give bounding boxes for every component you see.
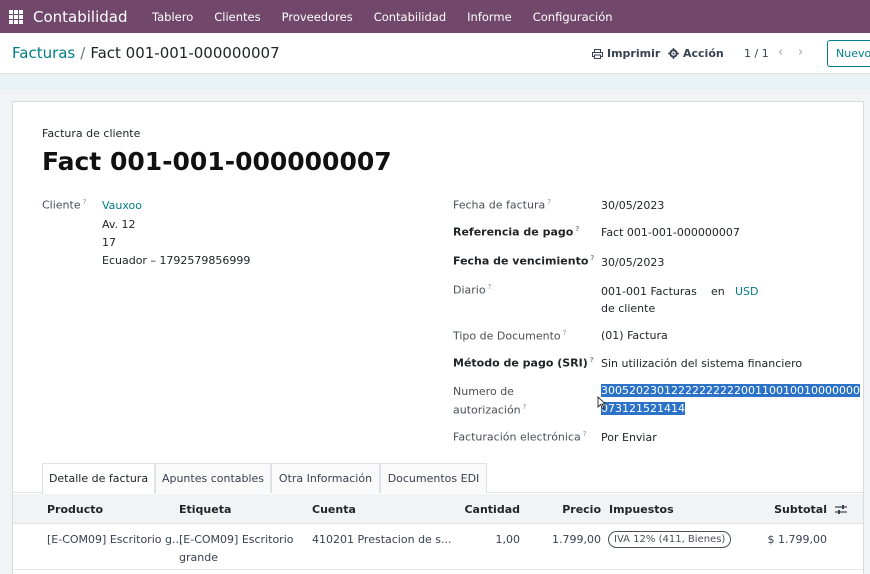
print-label: Imprimir — [607, 47, 661, 60]
help-icon: ? — [582, 430, 587, 438]
tab-apuntes-contables[interactable]: Apuntes contables — [155, 463, 271, 493]
row-quantity[interactable]: 1,00 — [496, 531, 521, 548]
customer-address-1: Av. 12 — [102, 218, 136, 231]
form-sheet: Factura de cliente Fact 001-001-00000000… — [12, 101, 864, 574]
tab-otra-informacion[interactable]: Otra Información — [271, 463, 380, 493]
doc-type-value[interactable]: (01) Factura — [601, 327, 668, 344]
row-label-1[interactable]: [E-COM09] Escritorio — [179, 531, 294, 548]
notebook-tabs: Detalle de factura Apuntes contables Otr… — [13, 462, 863, 494]
breadcrumb-facturas[interactable]: Facturas — [12, 44, 75, 62]
control-panel: Facturas / Fact 001-001-000000007 Imprimir… — [0, 33, 870, 74]
row-label-2: grande — [179, 551, 218, 564]
due-date-label: Fecha de vencimiento? — [453, 254, 595, 268]
auth-number-line-2: 073121521414 — [601, 402, 685, 415]
breadcrumb-current: Fact 001-001-000000007 — [90, 44, 280, 62]
menu-tablero[interactable]: Tablero — [152, 10, 193, 24]
auth-number-line-1: 3005202301222222222200110010010000000 — [601, 384, 860, 397]
col-product[interactable]: Producto — [47, 503, 103, 516]
invoice-title: Fact 001-001-000000007 — [42, 147, 392, 176]
menu-contabilidad[interactable]: Contabilidad — [374, 10, 446, 24]
table-row[interactable]: [E-COM09] Escritorio g... [E-COM09] Escr… — [13, 524, 863, 570]
menu-clientes[interactable]: Clientes — [214, 10, 260, 24]
journal-value-1[interactable]: 001-001 Facturas — [601, 283, 697, 300]
top-navbar: Contabilidad Tablero Clientes Proveedore… — [0, 0, 870, 33]
menu-informe[interactable]: Informe — [467, 10, 512, 24]
breadcrumb: Facturas / Fact 001-001-000000007 — [12, 44, 280, 62]
col-quantity[interactable]: Cantidad — [464, 503, 520, 516]
help-icon: ? — [487, 283, 492, 291]
chevron-right-icon[interactable]: › — [798, 45, 803, 60]
invoice-date-label: Fecha de factura? — [453, 198, 551, 212]
tab-documentos-edi[interactable]: Documentos EDI — [380, 463, 487, 493]
col-taxes[interactable]: Impuestos — [609, 503, 674, 516]
journal-in-text: en — [711, 285, 725, 298]
row-price[interactable]: 1.799,00 — [552, 531, 601, 548]
col-account[interactable]: Cuenta — [312, 503, 356, 516]
breadcrumb-separator: / — [80, 44, 86, 62]
help-icon: ? — [562, 329, 567, 337]
help-icon: ? — [589, 356, 594, 364]
form-subtitle: Factura de cliente — [42, 127, 141, 140]
payment-method-label: Método de pago (SRI)? — [453, 356, 594, 370]
text-cursor-icon — [597, 396, 607, 410]
lines-table-header: Producto Etiqueta Cuenta Cantidad Precio… — [13, 494, 863, 524]
customer-address-2: 17 — [102, 236, 116, 249]
gear-icon — [668, 48, 679, 59]
auth-number-label-2: autorización? — [453, 403, 527, 417]
column-settings-icon[interactable] — [835, 504, 847, 515]
auth-number-label-1: Numero de — [453, 385, 514, 398]
doc-type-label: Tipo de Documento? — [453, 329, 567, 343]
printer-icon — [592, 48, 603, 59]
new-button[interactable]: Nuevo — [827, 40, 870, 67]
currency-link[interactable]: USD — [735, 283, 759, 300]
action-button[interactable]: Acción — [668, 47, 724, 60]
app-brand[interactable]: Contabilidad — [33, 8, 128, 26]
apps-grid-icon[interactable] — [9, 9, 23, 24]
row-subtotal: $ 1.799,00 — [767, 533, 827, 546]
row-product[interactable]: [E-COM09] Escritorio g... — [47, 531, 182, 548]
journal-value-2: de cliente — [601, 302, 656, 315]
payment-ref-value[interactable]: Fact 001-001-000000007 — [601, 224, 740, 241]
due-date-value[interactable]: 30/05/2023 — [601, 254, 664, 271]
menu-configuracion[interactable]: Configuración — [533, 10, 613, 24]
help-icon: ? — [590, 254, 595, 262]
help-icon: ? — [522, 403, 527, 411]
help-icon: ? — [575, 225, 580, 233]
pager-value[interactable]: 1 / 1 — [744, 47, 769, 60]
e-invoicing-value: Por Enviar — [601, 431, 657, 444]
col-label[interactable]: Etiqueta — [179, 503, 231, 516]
chevron-left-icon[interactable]: ‹ — [778, 45, 783, 60]
action-label: Acción — [683, 47, 724, 60]
auth-number-value[interactable]: 3005202301222222222200110010010000000 07… — [601, 382, 860, 418]
tab-detalle-factura[interactable]: Detalle de factura — [42, 463, 155, 494]
status-band — [0, 74, 870, 90]
invoice-date-value[interactable]: 30/05/2023 — [601, 197, 664, 214]
e-invoicing-label: Facturación electrónica? — [453, 430, 587, 444]
help-icon: ? — [547, 198, 551, 206]
col-price[interactable]: Precio — [562, 503, 601, 516]
payment-ref-label: Referencia de pago? — [453, 225, 580, 239]
col-subtotal[interactable]: Subtotal — [774, 503, 827, 516]
tax-badge[interactable]: IVA 12% (411, Bienes) — [608, 531, 732, 548]
journal-label: Diario? — [453, 283, 492, 297]
customer-name[interactable]: Vauxoo — [102, 197, 142, 214]
help-icon: ? — [82, 198, 87, 206]
print-button[interactable]: Imprimir — [592, 47, 660, 60]
menu-proveedores[interactable]: Proveedores — [282, 10, 353, 24]
row-account[interactable]: 410201 Prestacion de s... — [312, 531, 452, 548]
customer-address-3: Ecuador – 1792579856999 — [102, 254, 251, 267]
customer-label: Cliente? — [42, 198, 87, 212]
payment-method-value[interactable]: Sin utilización del sistema financiero — [601, 355, 802, 372]
